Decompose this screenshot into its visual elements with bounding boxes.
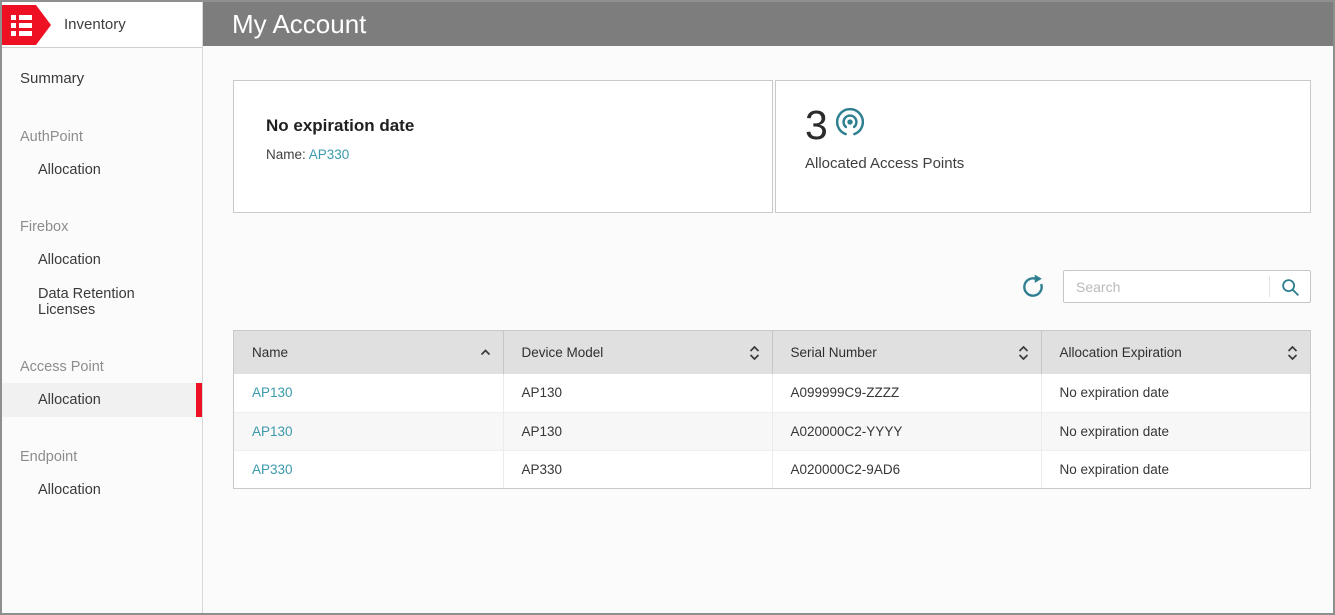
page-content: No expiration date Name: AP330 3 Allocat… — [203, 46, 1333, 613]
column-header-name[interactable]: Name — [234, 331, 504, 374]
sidebar-section-firebox: Firebox — [20, 219, 69, 235]
refresh-icon — [1023, 274, 1043, 297]
table-header-row: Name Device Model Serial Number Allocati… — [234, 331, 1310, 374]
device-model-cell: AP330 — [503, 450, 773, 488]
main-area: My Account No expiration date Name: AP33… — [203, 2, 1333, 613]
sidebar-item-endpoint-allocation[interactable]: Allocation — [2, 473, 202, 507]
sidebar-section-access-point: Access Point — [20, 359, 104, 375]
serial-number-cell: A020000C2-9AD6 — [772, 450, 1042, 488]
allocation-expiration-cell: No expiration date — [1041, 374, 1310, 413]
sort-both-icon — [1018, 345, 1028, 360]
inventory-table: Name Device Model Serial Number Allocati… — [233, 330, 1311, 489]
sidebar-title: Inventory — [64, 16, 126, 33]
inventory-logo-icon — [2, 4, 51, 45]
allocation-expiration-cell: No expiration date — [1041, 412, 1310, 451]
device-model-cell: AP130 — [503, 412, 773, 451]
table-toolbar — [233, 270, 1311, 303]
search-icon — [1282, 278, 1299, 296]
device-name-link[interactable]: AP330 — [252, 462, 293, 477]
access-point-icon — [835, 108, 864, 136]
expiration-card: No expiration date Name: AP330 — [233, 80, 773, 213]
sort-asc-icon — [480, 348, 490, 355]
sort-both-icon — [1287, 345, 1298, 360]
column-header-device-model[interactable]: Device Model — [503, 331, 773, 374]
sidebar-nav: Summary AuthPoint Allocation Firebox All… — [2, 48, 202, 507]
name-label: Name: — [266, 147, 306, 162]
allocated-card-label: Allocated Access Points — [805, 155, 965, 172]
sidebar-item-summary[interactable]: Summary — [2, 60, 202, 97]
refresh-button[interactable] — [1020, 274, 1046, 300]
serial-number-cell: A099999C9-ZZZZ — [772, 374, 1042, 413]
column-header-serial-number[interactable]: Serial Number — [772, 331, 1042, 374]
summary-cards: No expiration date Name: AP330 3 Allocat… — [233, 80, 1311, 213]
table-row: AP130 AP130 A099999C9-ZZZZ No expiration… — [234, 374, 1310, 413]
sidebar-section-authpoint: AuthPoint — [20, 129, 83, 145]
expiration-card-name-line: Name: AP330 — [266, 147, 740, 162]
sidebar: Inventory Summary AuthPoint Allocation F… — [2, 2, 203, 613]
table-row: AP130 AP130 A020000C2-YYYY No expiration… — [234, 412, 1310, 451]
search-box — [1063, 270, 1311, 303]
device-model-cell: AP130 — [503, 374, 773, 413]
expiration-card-title: No expiration date — [266, 116, 415, 135]
sidebar-item-data-retention-licenses[interactable]: Data Retention Licenses — [2, 277, 202, 327]
sidebar-item-access-point-allocation[interactable]: Allocation — [2, 383, 202, 417]
allocated-count-row: 3 — [805, 105, 1281, 146]
sidebar-header: Inventory — [2, 2, 202, 48]
device-name-link[interactable]: AP130 — [252, 424, 293, 439]
sidebar-item-authpoint-allocation[interactable]: Allocation — [2, 153, 202, 187]
allocated-count: 3 — [805, 102, 828, 148]
device-name-link[interactable]: AP330 — [309, 147, 350, 162]
table-row: AP330 AP330 A020000C2-9AD6 No expiration… — [234, 450, 1310, 488]
page-header: My Account — [203, 2, 1333, 46]
search-input[interactable] — [1064, 278, 1269, 295]
column-header-allocation-expiration[interactable]: Allocation Expiration — [1041, 331, 1310, 374]
sort-both-icon — [749, 345, 759, 360]
search-button[interactable] — [1270, 271, 1310, 302]
allocation-expiration-cell: No expiration date — [1059, 461, 1170, 477]
device-name-link[interactable]: AP130 — [252, 385, 293, 400]
sidebar-item-firebox-allocation[interactable]: Allocation — [2, 243, 202, 277]
page-title: My Account — [232, 8, 367, 39]
app-window: Inventory Summary AuthPoint Allocation F… — [0, 0, 1335, 615]
serial-number-cell: A020000C2-YYYY — [772, 412, 1042, 451]
sidebar-section-endpoint: Endpoint — [20, 449, 78, 465]
allocated-card: 3 Allocated Access Points — [775, 80, 1311, 213]
